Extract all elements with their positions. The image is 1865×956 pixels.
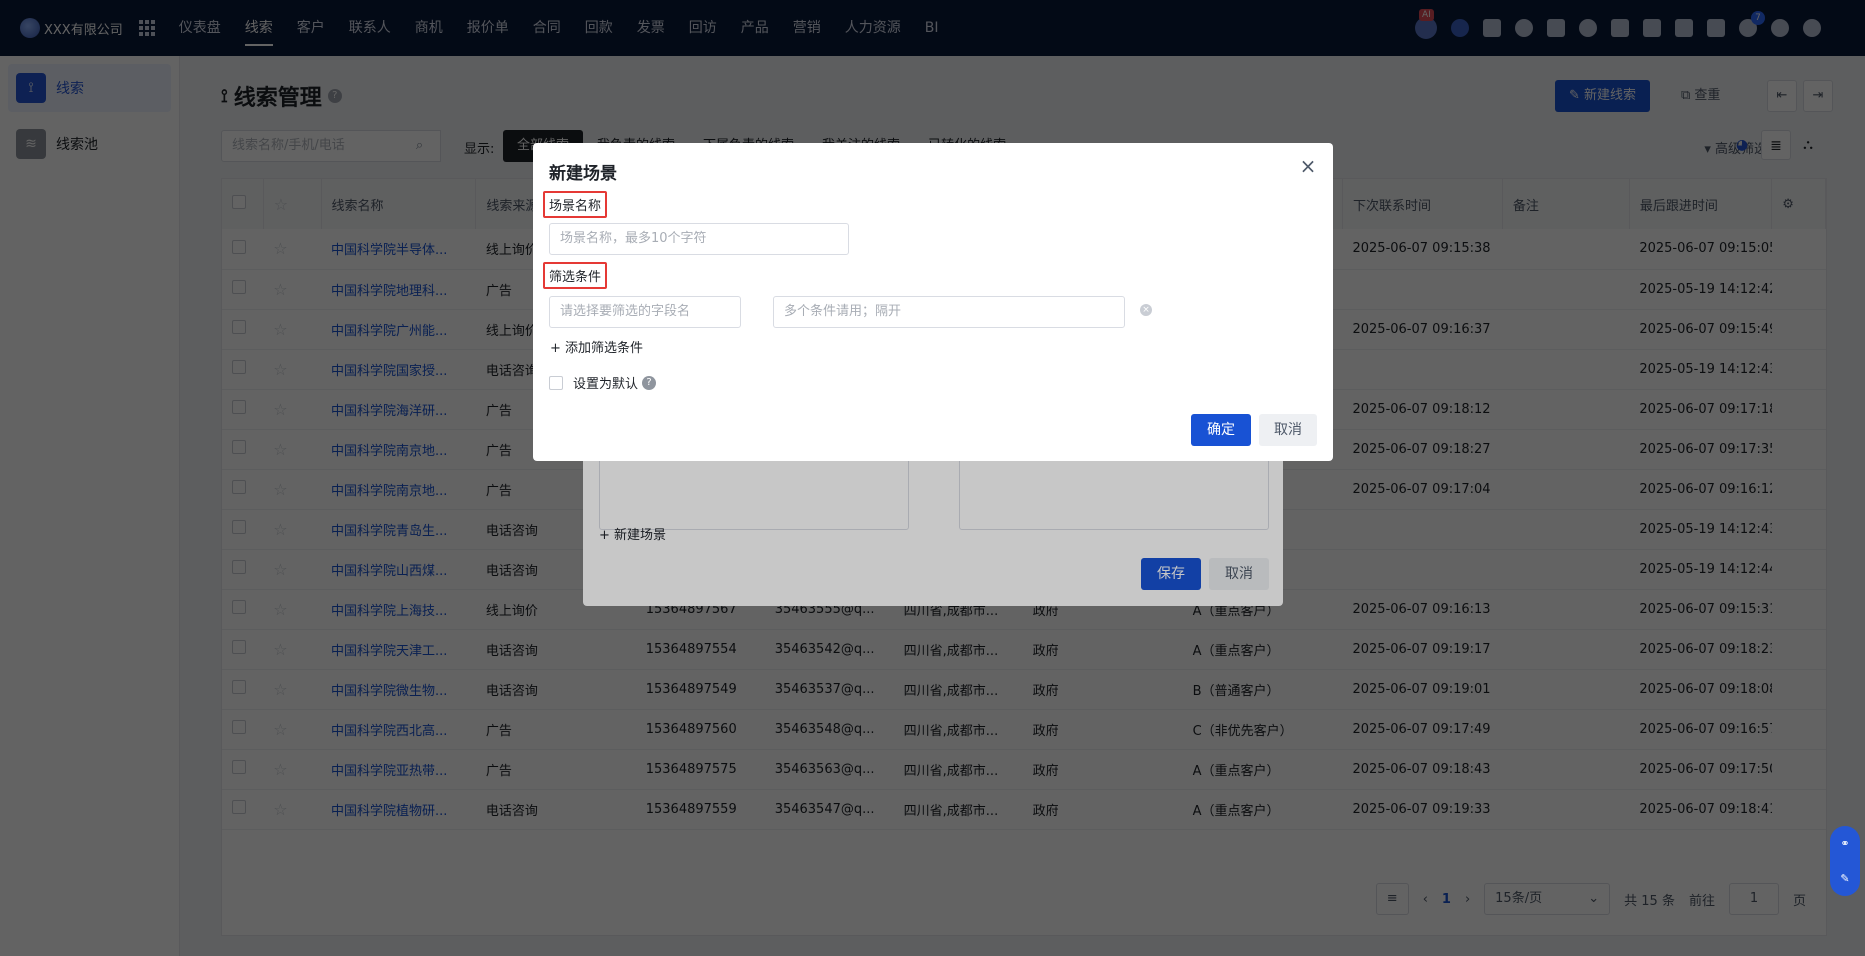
scene-name-label: 场景名称 bbox=[543, 191, 608, 218]
floating-toolbar: ⚭ ✎ bbox=[1830, 826, 1860, 896]
cancel-button[interactable]: 取消 bbox=[1259, 414, 1317, 446]
filter-label: 筛选条件 bbox=[543, 262, 608, 289]
set-default-row: 设置为默认 ? bbox=[549, 373, 657, 392]
dialog-title: 新建场景 bbox=[549, 164, 617, 184]
filter-value-input[interactable]: 多个条件请用；隔开 bbox=[773, 296, 1125, 328]
scene-name-input[interactable]: 场景名称，最多10个字符 bbox=[549, 223, 849, 255]
set-default-checkbox[interactable] bbox=[549, 375, 563, 390]
add-condition-link[interactable]: + 添加筛选条件 bbox=[550, 337, 643, 356]
confirm-button[interactable]: 确定 bbox=[1191, 414, 1251, 446]
filter-field-select[interactable]: 请选择要筛选的字段名 bbox=[549, 296, 741, 328]
question-icon[interactable]: ? bbox=[642, 375, 657, 390]
set-default-label: 设置为默认 bbox=[573, 377, 639, 392]
link-icon[interactable]: ⚭ bbox=[1840, 837, 1849, 850]
remove-condition-icon[interactable]: × bbox=[1140, 304, 1152, 316]
new-scene-dialog: 新建场景 × 场景名称 场景名称，最多10个字符 筛选条件 请选择要筛选的字段名… bbox=[533, 143, 1333, 461]
close-icon[interactable]: × bbox=[1297, 155, 1319, 177]
note-icon[interactable]: ✎ bbox=[1840, 872, 1849, 885]
